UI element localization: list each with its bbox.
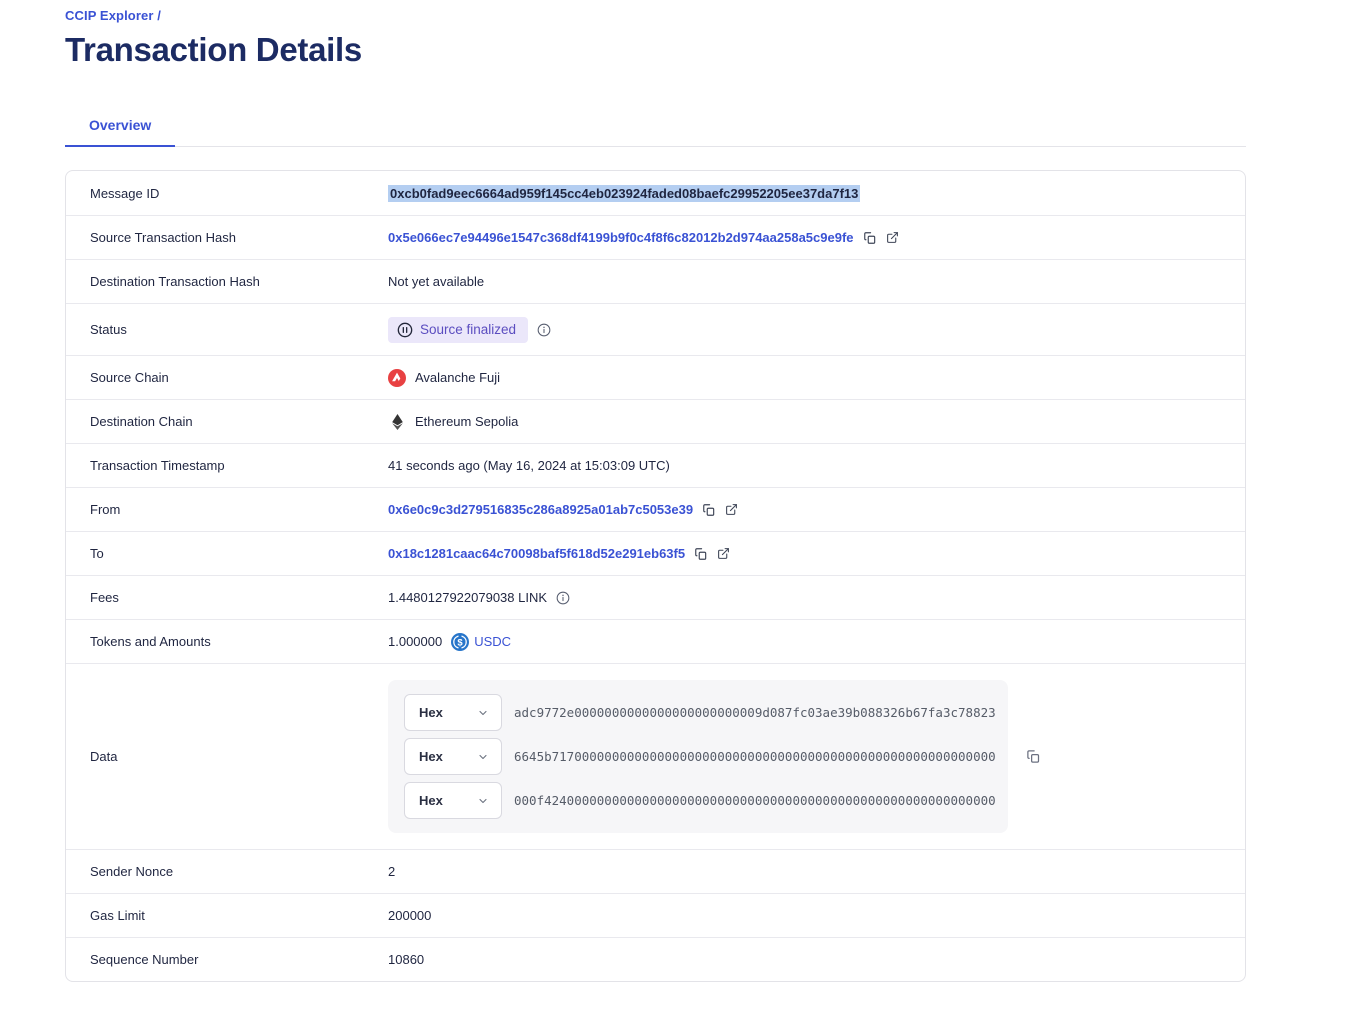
chevron-down-icon bbox=[477, 795, 489, 807]
tab-overview[interactable]: Overview bbox=[65, 107, 175, 146]
svg-text:$: $ bbox=[458, 637, 464, 648]
row-timestamp: Transaction Timestamp 41 seconds ago (Ma… bbox=[66, 443, 1245, 487]
copy-icon[interactable] bbox=[702, 503, 716, 517]
row-data: Data Hex adc9772e00000000000000000000000… bbox=[66, 663, 1245, 849]
copy-icon[interactable] bbox=[1026, 749, 1041, 764]
data-format-select[interactable]: Hex bbox=[404, 782, 502, 819]
status-badge-text: Source finalized bbox=[420, 322, 516, 337]
row-message-id: Message ID 0xcb0fad9eec6664ad959f145cc4e… bbox=[66, 171, 1245, 215]
transaction-details-page: CCIP Explorer / Transaction Details Over… bbox=[65, 8, 1246, 982]
source-tx-hash-label: Source Transaction Hash bbox=[66, 230, 388, 245]
to-address-link[interactable]: 0x18c1281caac64c70098baf5f618d52e291eb63… bbox=[388, 546, 685, 561]
dest-tx-hash-label: Destination Transaction Hash bbox=[66, 274, 388, 289]
fees-value: 1.4480127922079038 LINK bbox=[388, 590, 547, 605]
data-format-value: Hex bbox=[419, 705, 443, 720]
usdc-logo-icon: $ bbox=[451, 633, 469, 651]
source-chain-name: Avalanche Fuji bbox=[415, 370, 500, 385]
copy-icon[interactable] bbox=[694, 547, 708, 561]
from-address-link[interactable]: 0x6e0c9c3d279516835c286a8925a01ab7c5053e… bbox=[388, 502, 693, 517]
row-tokens: Tokens and Amounts 1.000000 $ USDC bbox=[66, 619, 1245, 663]
message-id-value: 0xcb0fad9eec6664ad959f145cc4eb023924fade… bbox=[388, 185, 860, 202]
gas-limit-label: Gas Limit bbox=[66, 908, 388, 923]
external-link-icon[interactable] bbox=[886, 231, 899, 244]
row-fees: Fees 1.4480127922079038 LINK bbox=[66, 575, 1245, 619]
data-format-value: Hex bbox=[419, 793, 443, 808]
transaction-details-card: Message ID 0xcb0fad9eec6664ad959f145cc4e… bbox=[65, 170, 1246, 982]
row-to: To 0x18c1281caac64c70098baf5f618d52e291e… bbox=[66, 531, 1245, 575]
pause-circle-icon bbox=[397, 322, 413, 338]
breadcrumb: CCIP Explorer / bbox=[65, 8, 1246, 23]
dest-chain-name: Ethereum Sepolia bbox=[415, 414, 518, 429]
data-line: Hex 000f42400000000000000000000000000000… bbox=[404, 782, 992, 819]
copy-icon[interactable] bbox=[863, 231, 877, 245]
breadcrumb-link-ccip-explorer[interactable]: CCIP Explorer bbox=[65, 8, 153, 23]
sequence-number-value: 10860 bbox=[388, 952, 424, 967]
dest-tx-hash-value: Not yet available bbox=[388, 274, 484, 289]
info-icon[interactable] bbox=[537, 323, 551, 337]
row-source-tx-hash: Source Transaction Hash 0x5e066ec7e94496… bbox=[66, 215, 1245, 259]
status-badge: Source finalized bbox=[388, 317, 528, 343]
source-chain-label: Source Chain bbox=[66, 370, 388, 385]
data-format-select[interactable]: Hex bbox=[404, 738, 502, 775]
chevron-down-icon bbox=[477, 707, 489, 719]
token-amount: 1.000000 bbox=[388, 634, 442, 649]
sequence-number-label: Sequence Number bbox=[66, 952, 388, 967]
token-link[interactable]: $ USDC bbox=[451, 633, 511, 651]
source-chain-value: Avalanche Fuji bbox=[388, 369, 500, 387]
ethereum-logo-icon bbox=[388, 414, 406, 430]
row-dest-chain: Destination Chain Ethereum Sepolia bbox=[66, 399, 1245, 443]
sender-nonce-value: 2 bbox=[388, 864, 395, 879]
gas-limit-value: 200000 bbox=[388, 908, 431, 923]
to-label: To bbox=[66, 546, 388, 561]
row-sender-nonce: Sender Nonce 2 bbox=[66, 849, 1245, 893]
data-format-value: Hex bbox=[419, 749, 443, 764]
row-dest-tx-hash: Destination Transaction Hash Not yet ava… bbox=[66, 259, 1245, 303]
data-line: Hex adc9772e0000000000000000000000009d08… bbox=[404, 694, 992, 731]
from-label: From bbox=[66, 502, 388, 517]
row-from: From 0x6e0c9c3d279516835c286a8925a01ab7c… bbox=[66, 487, 1245, 531]
tokens-label: Tokens and Amounts bbox=[66, 634, 388, 649]
breadcrumb-separator: / bbox=[157, 8, 161, 23]
data-hex-value: 000f424000000000000000000000000000000000… bbox=[514, 793, 996, 808]
avalanche-logo-icon bbox=[388, 369, 406, 387]
timestamp-label: Transaction Timestamp bbox=[66, 458, 388, 473]
tab-bar: Overview bbox=[65, 107, 1246, 147]
row-source-chain: Source Chain Avalanche Fuji bbox=[66, 355, 1245, 399]
external-link-icon[interactable] bbox=[717, 547, 730, 560]
status-label: Status bbox=[66, 322, 388, 337]
token-symbol: USDC bbox=[474, 634, 511, 649]
source-tx-hash-link[interactable]: 0x5e066ec7e94496e1547c368df4199b9f0c4f8f… bbox=[388, 230, 854, 245]
data-label: Data bbox=[66, 749, 388, 764]
data-format-select[interactable]: Hex bbox=[404, 694, 502, 731]
timestamp-value: 41 seconds ago (May 16, 2024 at 15:03:09… bbox=[388, 458, 670, 473]
data-box: Hex adc9772e0000000000000000000000009d08… bbox=[388, 680, 1008, 833]
data-line: Hex 6645b7170000000000000000000000000000… bbox=[404, 738, 992, 775]
sender-nonce-label: Sender Nonce bbox=[66, 864, 388, 879]
data-hex-value: adc9772e0000000000000000000000009d087fc0… bbox=[514, 705, 996, 720]
dest-chain-value: Ethereum Sepolia bbox=[388, 414, 518, 430]
data-hex-value: 6645b71700000000000000000000000000000000… bbox=[514, 749, 996, 764]
chevron-down-icon bbox=[477, 751, 489, 763]
external-link-icon[interactable] bbox=[725, 503, 738, 516]
info-icon[interactable] bbox=[556, 591, 570, 605]
row-gas-limit: Gas Limit 200000 bbox=[66, 893, 1245, 937]
fees-label: Fees bbox=[66, 590, 388, 605]
dest-chain-label: Destination Chain bbox=[66, 414, 388, 429]
page-title: Transaction Details bbox=[65, 31, 1246, 69]
message-id-label: Message ID bbox=[66, 186, 388, 201]
row-status: Status Source finalized bbox=[66, 303, 1245, 355]
row-sequence-number: Sequence Number 10860 bbox=[66, 937, 1245, 981]
